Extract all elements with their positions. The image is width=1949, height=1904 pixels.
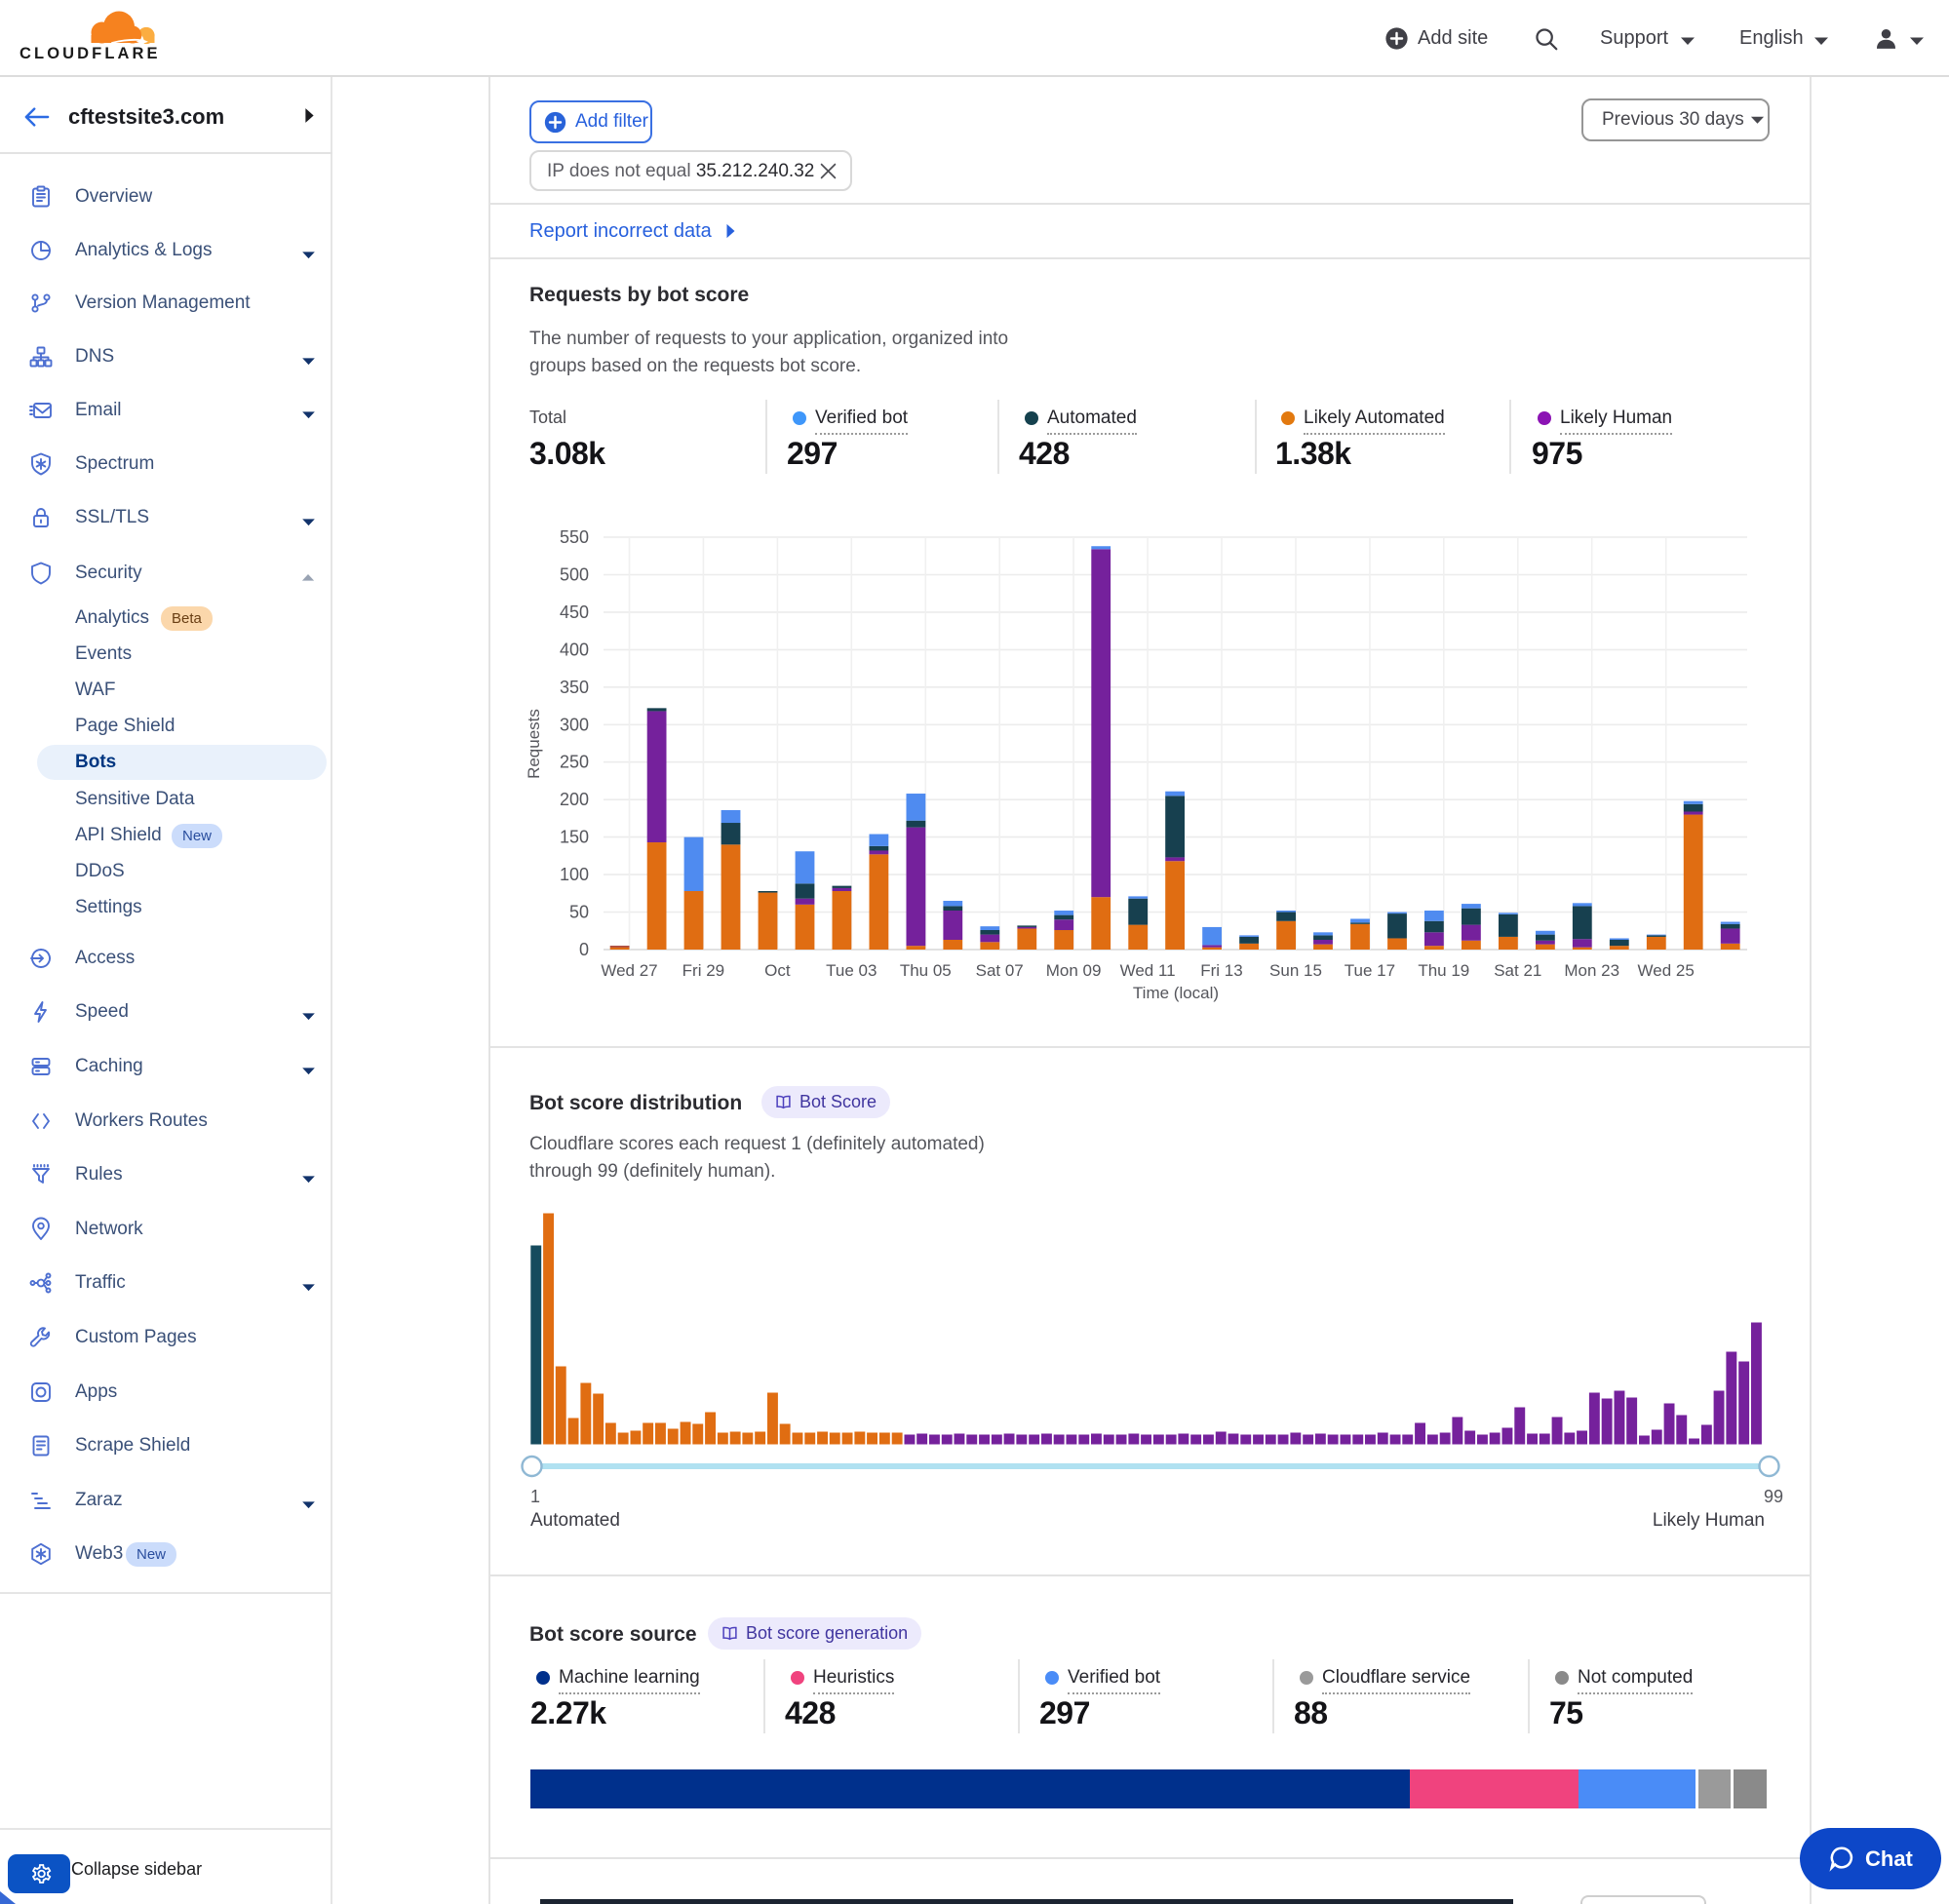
svg-text:Fri 13: Fri 13 [1200,961,1242,980]
svg-text:Wed 27: Wed 27 [601,961,657,980]
svg-text:500: 500 [560,565,589,585]
svg-text:300: 300 [560,715,589,734]
svg-text:Thu 05: Thu 05 [900,961,952,980]
svg-text:99: 99 [1764,1487,1783,1506]
svg-text:Oct: Oct [764,961,791,980]
svg-text:Tue 03: Tue 03 [826,961,877,980]
svg-text:350: 350 [560,678,589,697]
svg-text:Fri 29: Fri 29 [682,961,724,980]
svg-text:Likely Human: Likely Human [1653,1510,1765,1531]
svg-text:200: 200 [560,790,589,809]
svg-text:Sat 21: Sat 21 [1494,961,1541,980]
svg-text:0: 0 [579,940,589,959]
svg-text:1: 1 [530,1487,540,1506]
svg-text:50: 50 [569,903,589,922]
svg-text:Wed 25: Wed 25 [1638,961,1695,980]
svg-text:100: 100 [560,865,589,884]
svg-text:Requests: Requests [525,709,543,779]
svg-text:250: 250 [560,753,589,772]
svg-text:Time (local): Time (local) [1133,984,1219,1002]
svg-text:150: 150 [560,828,589,847]
svg-text:550: 550 [560,527,589,547]
svg-text:CLOUDFLARE: CLOUDFLARE [19,45,161,62]
svg-text:Sat 07: Sat 07 [976,961,1024,980]
svg-text:Tue 17: Tue 17 [1345,961,1395,980]
svg-text:Mon 09: Mon 09 [1046,961,1102,980]
svg-text:Thu 19: Thu 19 [1418,961,1469,980]
svg-text:400: 400 [560,640,589,659]
svg-text:Sun 15: Sun 15 [1269,961,1322,980]
svg-text:Mon 23: Mon 23 [1564,961,1619,980]
svg-text:Wed 11: Wed 11 [1120,961,1176,980]
svg-text:450: 450 [560,602,589,622]
svg-text:Automated: Automated [530,1510,620,1531]
